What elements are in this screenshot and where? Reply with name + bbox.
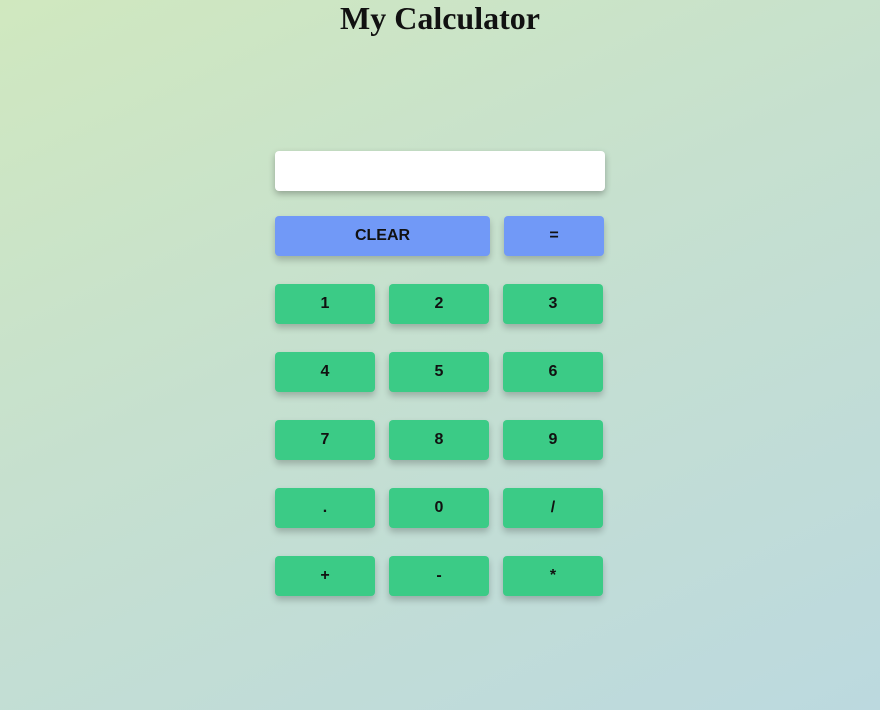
subtract-button[interactable]: -: [389, 556, 489, 596]
key-7-button[interactable]: 7: [275, 420, 375, 460]
decimal-point-button[interactable]: .: [275, 488, 375, 528]
divide-button[interactable]: /: [503, 488, 603, 528]
clear-button[interactable]: CLEAR: [275, 216, 490, 256]
key-3-button[interactable]: 3: [503, 284, 603, 324]
key-8-button[interactable]: 8: [389, 420, 489, 460]
key-6-button[interactable]: 6: [503, 352, 603, 392]
key-1-button[interactable]: 1: [275, 284, 375, 324]
equals-button[interactable]: =: [504, 216, 604, 256]
key-0-button[interactable]: 0: [389, 488, 489, 528]
key-4-button[interactable]: 4: [275, 352, 375, 392]
add-button[interactable]: +: [275, 556, 375, 596]
key-2-button[interactable]: 2: [389, 284, 489, 324]
multiply-button[interactable]: *: [503, 556, 603, 596]
key-9-button[interactable]: 9: [503, 420, 603, 460]
key-5-button[interactable]: 5: [389, 352, 489, 392]
calculator-display[interactable]: [275, 151, 605, 191]
page-title: My Calculator: [340, 0, 540, 36]
